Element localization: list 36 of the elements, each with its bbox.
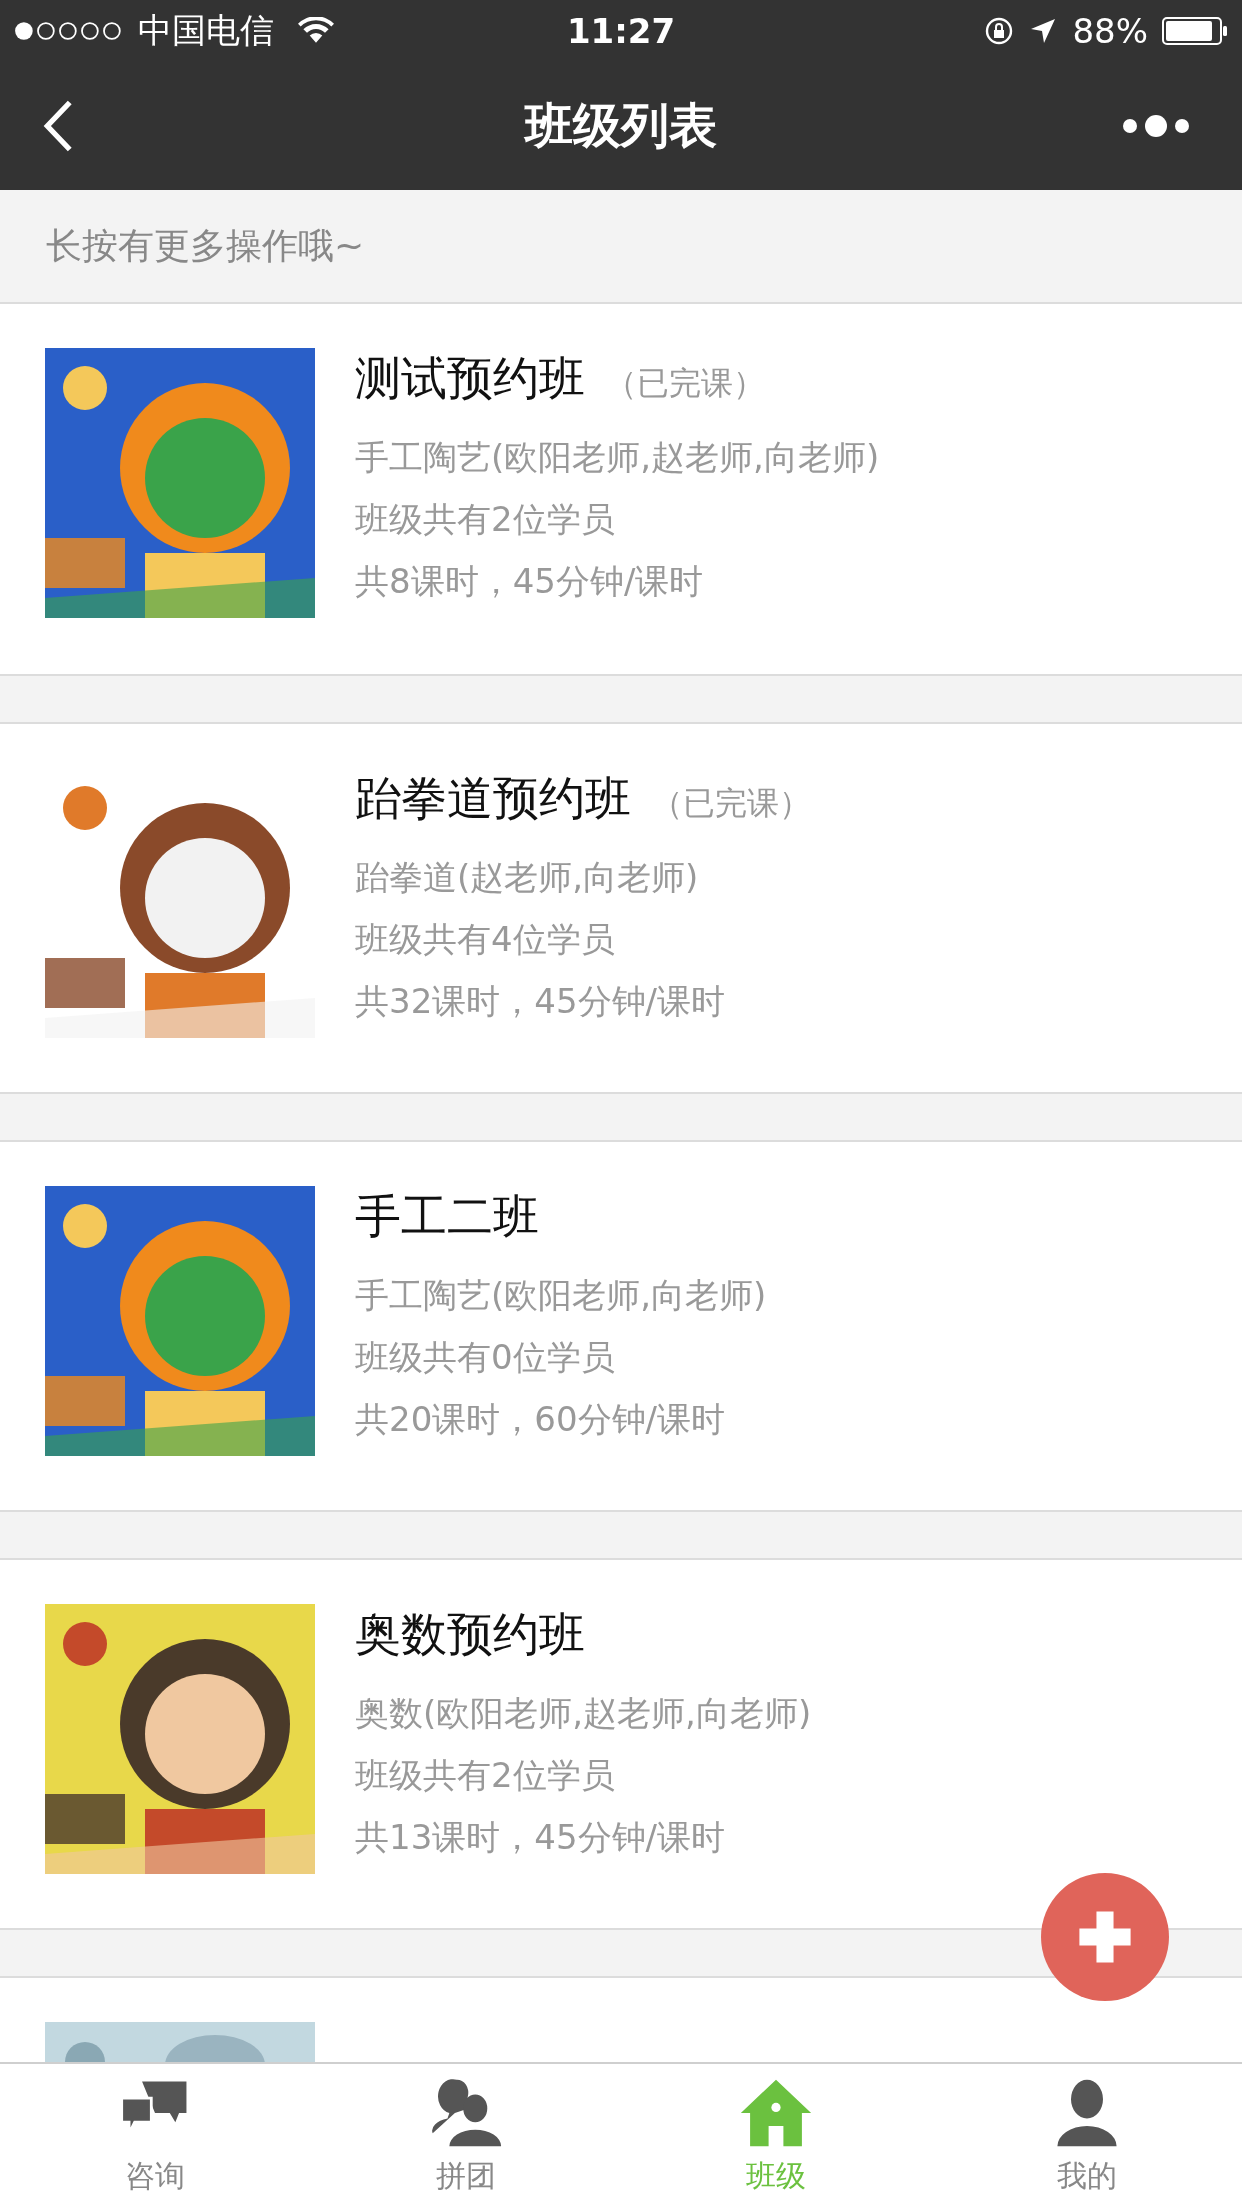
carrier: 中国电信 [138, 9, 274, 52]
student-count: 班级共有2位学员 [355, 498, 616, 541]
course-teachers: 手工陶艺(欧阳老师,向老师) [355, 1274, 767, 1317]
class-title: 跆拳道预约班 [355, 770, 631, 827]
course-teachers: 跆拳道(赵老师,向老师) [355, 856, 700, 899]
battery-percent: 88% [1072, 11, 1148, 51]
wifi-icon [298, 17, 334, 45]
class-card[interactable]: 跆拳道预约班 （已完课） 跆拳道(赵老师,向老师) 班级共有4位学员 共32课时，45分钟/课时 [0, 722, 1242, 1094]
more-icon[interactable] [1120, 114, 1192, 138]
lesson-hours: 共13课时，45分钟/课时 [355, 1816, 726, 1859]
course-teachers: 奥数(欧阳老师,赵老师,向老师) [355, 1692, 812, 1735]
clock: 11:27 [566, 11, 676, 51]
class-card[interactable]: 奥数预约班 奥数(欧阳老师,赵老师,向老师) 班级共有2位学员 共13课时，45分钟/课时 [0, 1558, 1242, 1930]
class-title: 测试预约班 [355, 350, 585, 407]
tab[interactable]: 拼团 [310, 2064, 621, 2208]
class-card[interactable]: 手工二班 手工陶艺(欧阳老师,向老师) 班级共有0位学员 共20课时，60分钟/课时 [0, 1140, 1242, 1512]
lesson-hours: 共32课时，45分钟/课时 [355, 980, 726, 1023]
class-card[interactable]: 测试预约班 （已完课） 手工陶艺(欧阳老师,赵老师,向老师) 班级共有2位学员 共8课时，45分钟/课时 [0, 304, 1242, 676]
hint-text: 长按有更多操作哦~ [46, 223, 365, 268]
rotation-lock-icon [984, 16, 1015, 46]
student-count: 班级共有0位学员 [355, 1336, 616, 1379]
page-title: 班级列表 [525, 96, 717, 155]
student-count: 班级共有2位学员 [355, 1754, 616, 1797]
status-tag: （已完课） [651, 782, 811, 826]
lesson-hours: 共8课时，45分钟/课时 [355, 560, 705, 603]
tab[interactable]: 咨询 [0, 2064, 311, 2208]
status-tag: （已完课） [605, 362, 765, 406]
back-icon[interactable] [42, 98, 74, 154]
class-title: 奥数预约班 [355, 1606, 585, 1663]
tab[interactable]: 我的 [931, 2064, 1242, 2208]
course-teachers: 手工陶艺(欧阳老师,赵老师,向老师) [355, 436, 880, 479]
lesson-hours: 共20课时，60分钟/课时 [355, 1398, 726, 1441]
battery-icon [1162, 16, 1228, 46]
signal-icon [14, 20, 124, 42]
class-title: 手工二班 [355, 1188, 539, 1245]
student-count: 班级共有4位学员 [355, 918, 616, 961]
